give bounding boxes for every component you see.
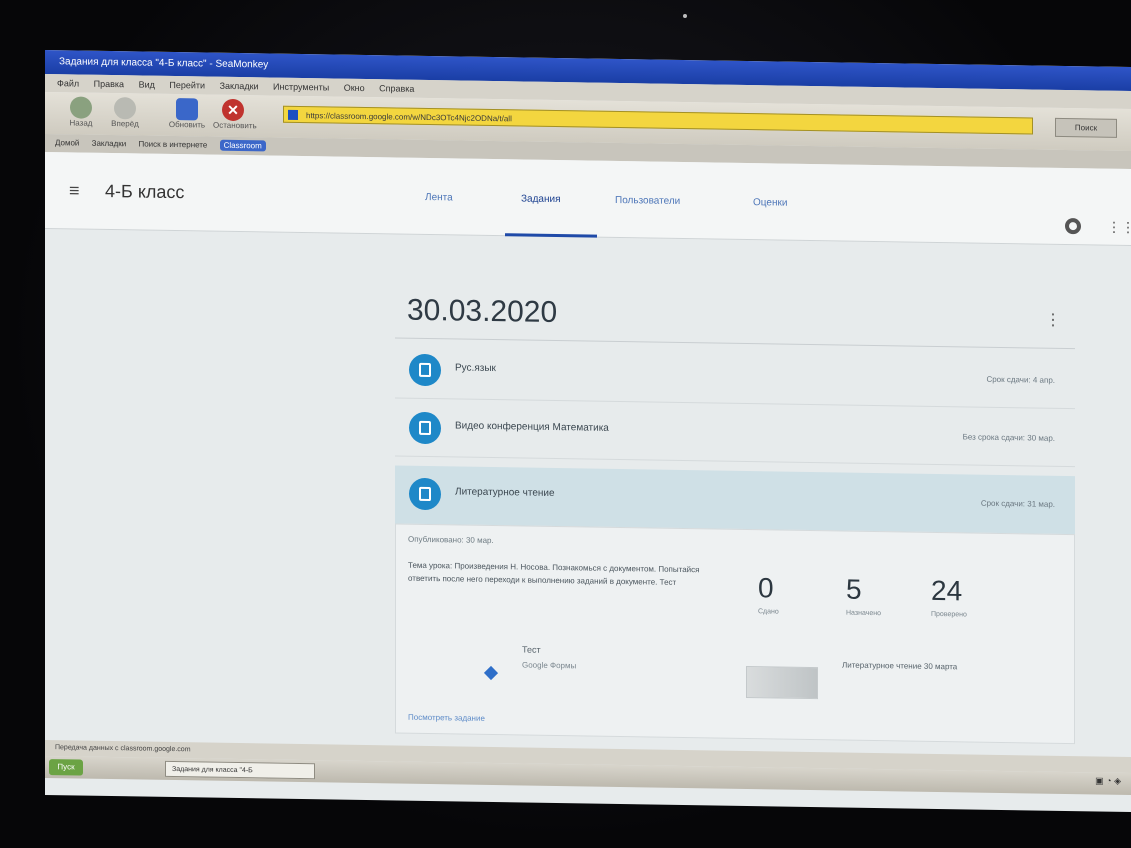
forward-button-label: Вперёд: [111, 119, 139, 129]
bookmark-search[interactable]: Поиск в интернете: [138, 139, 207, 149]
address-bar[interactable]: https://classroom.google.com/w/NDc3OTc4N…: [283, 105, 1033, 135]
url-text: https://classroom.google.com/w/NDc3OTc4N…: [306, 111, 512, 124]
forward-button[interactable]: Вперёд: [105, 97, 145, 132]
bookmark-bookmarks[interactable]: Закладки: [92, 139, 127, 149]
stat-assigned[interactable]: 5 Назначено: [846, 574, 881, 618]
stat-graded[interactable]: 24 Проверено: [931, 575, 967, 619]
menu-item-help[interactable]: Справка: [379, 83, 414, 94]
webcam-dot: [683, 14, 687, 18]
attachment-card[interactable]: Литературное чтение 30 марта: [746, 648, 1046, 713]
forward-arrow-icon: [114, 97, 136, 120]
tab-stream[interactable]: Лента: [425, 192, 453, 203]
taskbar-window-item[interactable]: Задания для класса "4-Б: [165, 760, 315, 780]
tab-classwork[interactable]: Задания: [521, 193, 561, 205]
back-arrow-icon: [70, 96, 92, 119]
menu-item-view[interactable]: Вид: [139, 79, 155, 89]
assignment-due: Без срока сдачи: 30 мар.: [962, 432, 1055, 443]
classwork-content: 30.03.2020 ⋮ Рус.язык Срок сдачи: 4 апр.…: [45, 228, 1131, 745]
assignment-due: Срок сдачи: 31 мар.: [980, 498, 1055, 509]
assignment-details: Опубликовано: 30 мар. Тема урока: Произв…: [395, 523, 1075, 745]
stat-value: 0: [758, 572, 774, 604]
menu-item-file[interactable]: Файл: [57, 78, 79, 88]
bookmark-home[interactable]: Домой: [55, 138, 79, 147]
reload-button-label: Обновить: [168, 119, 206, 130]
assignment-description: Тема урока: Произведения Н. Носова. Позн…: [408, 560, 700, 587]
stop-button-label: Остановить: [213, 120, 257, 131]
menu-item-edit[interactable]: Правка: [94, 79, 124, 89]
assignment-row[interactable]: Рус.язык Срок сдачи: 4 апр.: [395, 341, 1075, 410]
status-text: Передача данных с classroom.google.com: [55, 744, 191, 754]
tab-grades[interactable]: Оценки: [753, 197, 787, 209]
menu-item-window[interactable]: Окно: [344, 83, 365, 93]
stat-label: Назначено: [846, 609, 881, 618]
menu-item-bookmarks[interactable]: Закладки: [220, 81, 259, 92]
screen: Задания для класса "4-Б класс" - SeaMonk…: [45, 50, 1131, 813]
assignment-title: Видео конференция Математика: [455, 420, 609, 434]
start-button[interactable]: Пуск: [49, 759, 83, 776]
assignment-icon: [409, 353, 441, 387]
apps-grid-icon[interactable]: ⋮⋮: [1107, 219, 1131, 236]
menu-hamburger-icon[interactable]: ≡: [69, 180, 80, 201]
assignment-title: Литературное чтение: [455, 486, 555, 500]
assignment-icon: [409, 477, 441, 511]
attachment-type: Google Формы: [522, 660, 577, 671]
back-button-label: Назад: [69, 118, 93, 128]
search-button[interactable]: Поиск: [1055, 117, 1117, 138]
window-title: Задания для класса "4-Б класс" - SeaMonk…: [59, 56, 269, 71]
stat-value: 5: [846, 573, 862, 605]
view-assignment-link[interactable]: Посмотреть задание: [408, 713, 485, 723]
forms-icon: [483, 665, 499, 681]
published-date: Опубликовано: 30 мар.: [408, 534, 494, 546]
reload-button[interactable]: Обновить: [167, 98, 207, 133]
topic-title: 30.03.2020: [407, 293, 558, 330]
system-tray-icon[interactable]: ▣ ◔ ◈: [1095, 775, 1121, 786]
site-favicon-icon: [288, 109, 298, 120]
stat-turned-in[interactable]: 0 Сдано: [758, 572, 779, 615]
attachment-name: Литературное чтение 30 марта: [842, 660, 958, 672]
class-title[interactable]: 4-Б класс: [105, 181, 184, 203]
menu-item-go[interactable]: Перейти: [169, 80, 205, 91]
more-options-icon[interactable]: ⋮: [1045, 310, 1061, 330]
tab-people[interactable]: Пользователи: [615, 195, 680, 207]
attachment-name: Тест: [522, 644, 541, 655]
attachment-card[interactable]: Тест Google Формы: [483, 644, 686, 707]
document-thumbnail: [746, 666, 818, 700]
reload-icon: [176, 98, 198, 121]
stat-label: Сдано: [758, 608, 779, 616]
assignment-due: Срок сдачи: 4 апр.: [986, 374, 1055, 385]
bookmark-classroom[interactable]: Classroom: [219, 139, 266, 152]
assignment-icon: [409, 411, 441, 445]
stat-label: Проверено: [931, 610, 967, 619]
assignment-title: Рус.язык: [455, 362, 496, 375]
assignment-row[interactable]: Видео конференция Математика Без срока с…: [395, 399, 1075, 468]
laptop-bezel: Задания для класса "4-Б класс" - SeaMonk…: [0, 0, 1131, 848]
stop-icon: ✕: [222, 98, 244, 122]
back-button[interactable]: Назад: [61, 96, 101, 131]
stop-button[interactable]: ✕ Остановить: [213, 98, 257, 134]
stat-value: 24: [931, 574, 963, 607]
menu-item-tools[interactable]: Инструменты: [273, 82, 329, 93]
gear-icon[interactable]: [1065, 218, 1081, 235]
